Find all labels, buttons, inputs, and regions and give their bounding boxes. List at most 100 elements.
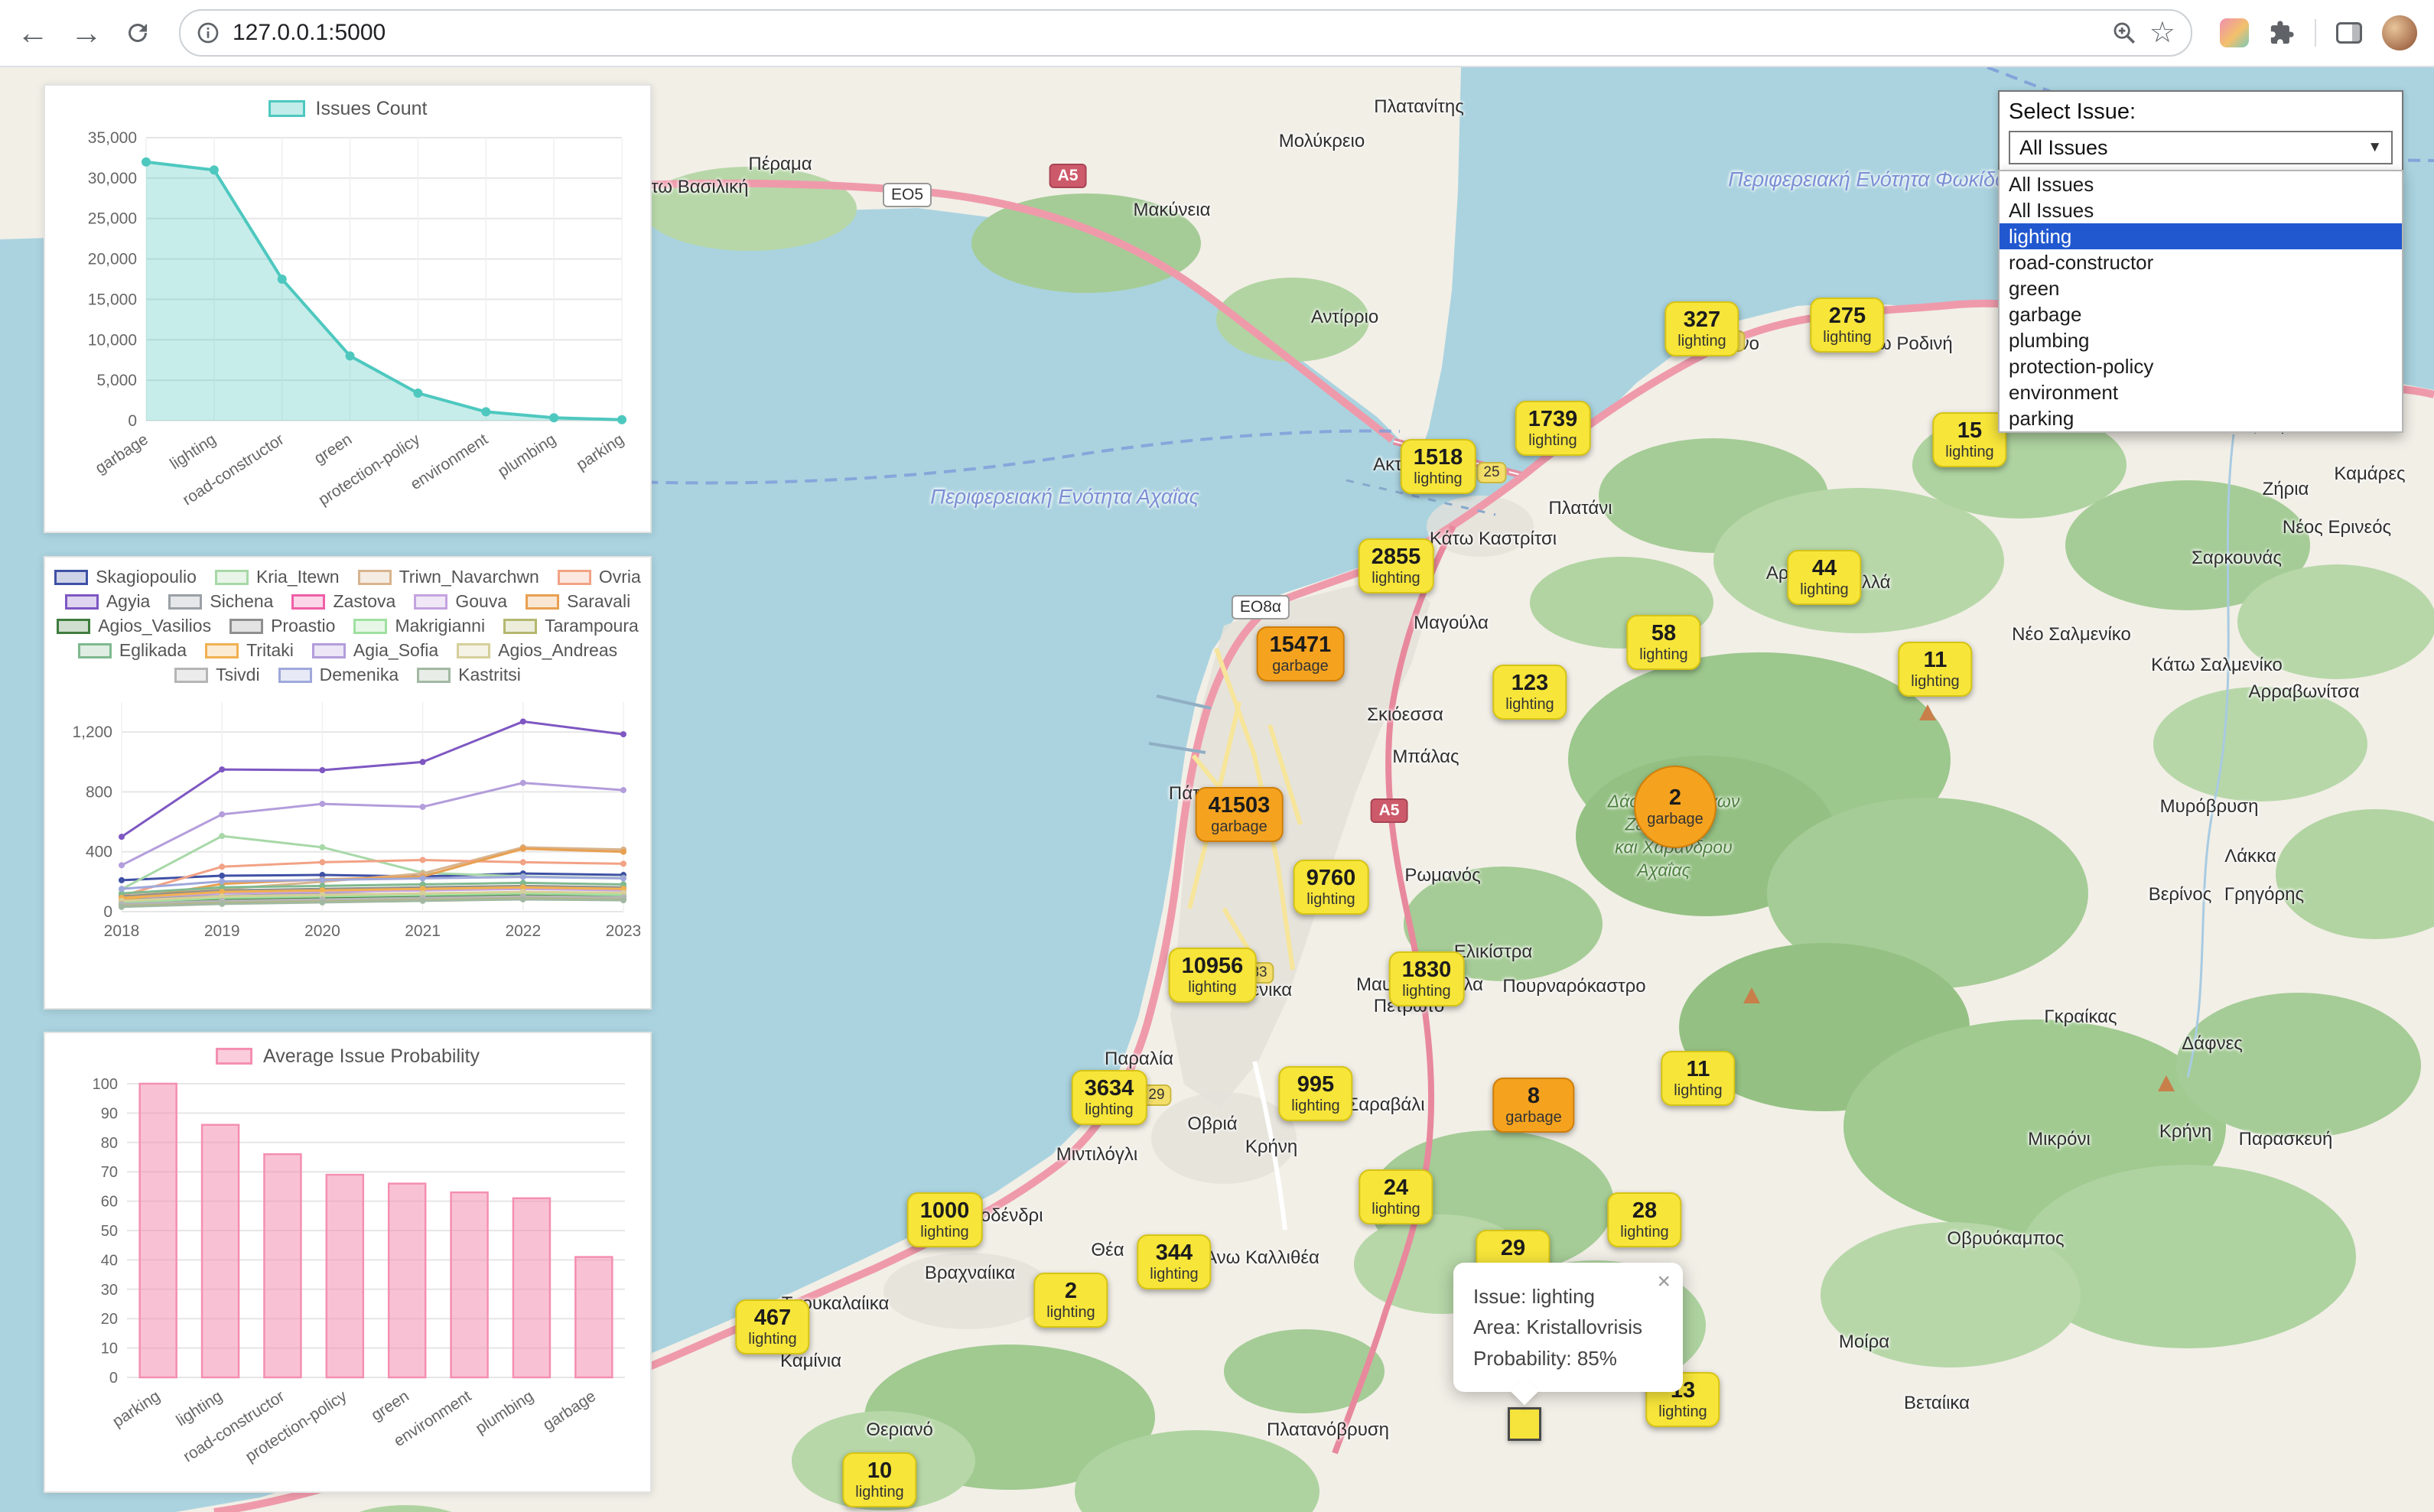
map-marker-lighting[interactable]: 10lighting <box>842 1452 916 1507</box>
zoom-icon[interactable] <box>2111 20 2137 46</box>
map-marker-garbage[interactable]: 8garbage <box>1492 1078 1574 1133</box>
issue-option[interactable]: road-constructor <box>2000 249 2402 275</box>
issue-option[interactable]: protection-policy <box>2000 353 2402 379</box>
svg-text:800: 800 <box>86 783 112 801</box>
issue-option[interactable]: All Issues <box>2000 197 2402 223</box>
issues-count-legend[interactable]: Issues Count <box>54 96 641 121</box>
legend-item[interactable]: Kria_Itewn <box>215 567 340 587</box>
map-marker-lighting[interactable]: 15lighting <box>1932 412 2006 467</box>
popup-close-button[interactable]: × <box>1657 1269 1671 1295</box>
issue-option[interactable]: parking <box>2000 405 2402 431</box>
map-marker-lighting[interactable]: 2lighting <box>1033 1273 1108 1328</box>
url-text[interactable]: 127.0.0.1:5000 <box>233 20 2099 46</box>
legend-item[interactable]: Skagiopoulio <box>54 567 197 587</box>
reload-button[interactable] <box>124 19 151 47</box>
url-bar[interactable]: 127.0.0.1:5000 ☆ <box>179 9 2192 57</box>
legend-item[interactable]: Sichena <box>168 591 273 612</box>
svg-text:environment: environment <box>408 431 492 493</box>
legend-item[interactable]: Demenika <box>278 665 399 685</box>
legend-item[interactable]: Saravali <box>526 591 630 612</box>
legend-swatch <box>216 1048 252 1065</box>
issue-option[interactable]: environment <box>2000 379 2402 405</box>
marker-type-label: lighting <box>1911 673 1959 690</box>
issue-option[interactable]: garbage <box>2000 301 2402 327</box>
legend-item[interactable]: Proastio <box>229 616 335 636</box>
svg-text:1,200: 1,200 <box>72 723 112 741</box>
forward-button[interactable]: → <box>70 17 103 49</box>
map-marker-lighting[interactable]: 28lighting <box>1607 1192 1681 1247</box>
map-marker-lighting[interactable]: 1000lighting <box>907 1192 983 1247</box>
legend-swatch <box>215 570 249 585</box>
map-marker-lighting[interactable]: 1739lighting <box>1515 401 1591 456</box>
map-marker-lighting[interactable]: 3634lighting <box>1072 1070 1147 1125</box>
map-marker-garbage[interactable]: 41503garbage <box>1196 787 1284 842</box>
issues-count-panel: Issues Count 05,00010,00015,00020,00025,… <box>44 84 652 533</box>
legend-series-label: Agyia <box>106 591 151 612</box>
profile-avatar[interactable] <box>2382 15 2417 50</box>
marker-count: 28 <box>1632 1199 1657 1224</box>
map-marker-lighting[interactable]: 58lighting <box>1626 615 1700 670</box>
svg-text:0: 0 <box>109 1370 118 1387</box>
map-marker-lighting[interactable]: 10956lighting <box>1169 948 1257 1003</box>
legend-item[interactable]: Gouva <box>414 591 507 612</box>
magnifier-icon <box>2111 20 2137 46</box>
map-marker-lighting[interactable]: 1830lighting <box>1389 951 1465 1006</box>
map-marker-lighting[interactable]: 24lighting <box>1359 1169 1433 1224</box>
back-button[interactable]: ← <box>17 17 49 49</box>
marker-count: 41503 <box>1209 794 1271 818</box>
map-marker-lighting[interactable]: 467lighting <box>735 1299 809 1354</box>
issue-filter-control: Select Issue: All Issues ▼ <box>1998 90 2403 174</box>
legend-item[interactable]: Agios_Andreas <box>457 640 617 661</box>
site-info-icon[interactable] <box>196 21 220 45</box>
extensions-puzzle-icon[interactable] <box>2269 20 2295 46</box>
legend-item[interactable]: Ovria <box>558 567 641 587</box>
map-marker-garbage[interactable]: 2garbage <box>1634 766 1716 848</box>
marker-type-label: lighting <box>1372 1201 1420 1218</box>
legend-item[interactable]: Agia_Sofia <box>312 640 438 661</box>
map-marker-lighting[interactable]: 11lighting <box>1661 1051 1735 1106</box>
map[interactable]: ΠλατανίτηςΜολύκρειοΠέραμαΚάτω ΒασιλικήΜα… <box>0 67 2434 1512</box>
issue-option[interactable]: plumbing <box>2000 327 2402 353</box>
legend-item[interactable]: Agios_Vasilios <box>57 616 211 636</box>
map-marker-lighting[interactable]: 327lighting <box>1664 301 1739 356</box>
map-marker-lighting[interactable]: 9760lighting <box>1293 860 1369 915</box>
map-marker-lighting[interactable]: 44lighting <box>1787 550 1861 605</box>
legend-item[interactable]: Kastritsi <box>417 665 521 685</box>
legend-item[interactable]: Agyia <box>65 591 151 612</box>
legend-label: Average Issue Probability <box>263 1045 480 1068</box>
svg-text:20: 20 <box>101 1311 118 1328</box>
map-marker-lighting[interactable]: 344lighting <box>1137 1234 1211 1289</box>
legend-item[interactable]: Tritaki <box>205 640 294 661</box>
issue-option[interactable]: green <box>2000 275 2402 301</box>
side-panel-icon[interactable] <box>2336 22 2362 44</box>
probability-legend[interactable]: Average Issue Probability <box>54 1044 641 1068</box>
bookmark-star-icon[interactable]: ☆ <box>2149 18 2175 47</box>
selected-issue-marker[interactable] <box>1508 1407 1541 1441</box>
issue-option[interactable]: lighting <box>2000 223 2402 249</box>
marker-count: 11 <box>1687 1058 1710 1082</box>
legend-series-label: Agia_Sofia <box>353 640 438 661</box>
map-marker-lighting[interactable]: 2855lighting <box>1359 538 1434 593</box>
legend-item[interactable]: Zastova <box>291 591 395 612</box>
legend-series-label: Gouva <box>455 591 507 612</box>
extension-icon-colorful[interactable] <box>2220 18 2249 47</box>
legend-item[interactable]: Tsivdi <box>174 665 260 685</box>
legend-swatch <box>503 619 537 634</box>
marker-count: 10956 <box>1182 954 1244 979</box>
legend-item[interactable]: Triwn_Navarchwn <box>358 567 539 587</box>
legend-item[interactable]: Eglikada <box>78 640 187 661</box>
marker-count: 9760 <box>1306 867 1356 891</box>
map-marker-lighting[interactable]: 1518lighting <box>1401 439 1476 494</box>
legend-series-label: Demenika <box>320 665 399 685</box>
map-marker-lighting[interactable]: 995lighting <box>1278 1066 1352 1121</box>
legend-item[interactable]: Tarampoura <box>503 616 639 636</box>
legend-swatch <box>291 594 325 610</box>
svg-text:35,000: 35,000 <box>88 129 137 147</box>
issue-select[interactable]: All Issues ▼ <box>2009 131 2393 164</box>
map-marker-lighting[interactable]: 275lighting <box>1810 298 1884 353</box>
legend-item[interactable]: Makrigianni <box>353 616 485 636</box>
map-marker-lighting[interactable]: 123lighting <box>1492 665 1567 720</box>
map-marker-lighting[interactable]: 11lighting <box>1898 642 1972 697</box>
issue-option[interactable]: All Issues <box>2000 171 2402 197</box>
map-marker-garbage[interactable]: 15471garbage <box>1257 626 1345 681</box>
